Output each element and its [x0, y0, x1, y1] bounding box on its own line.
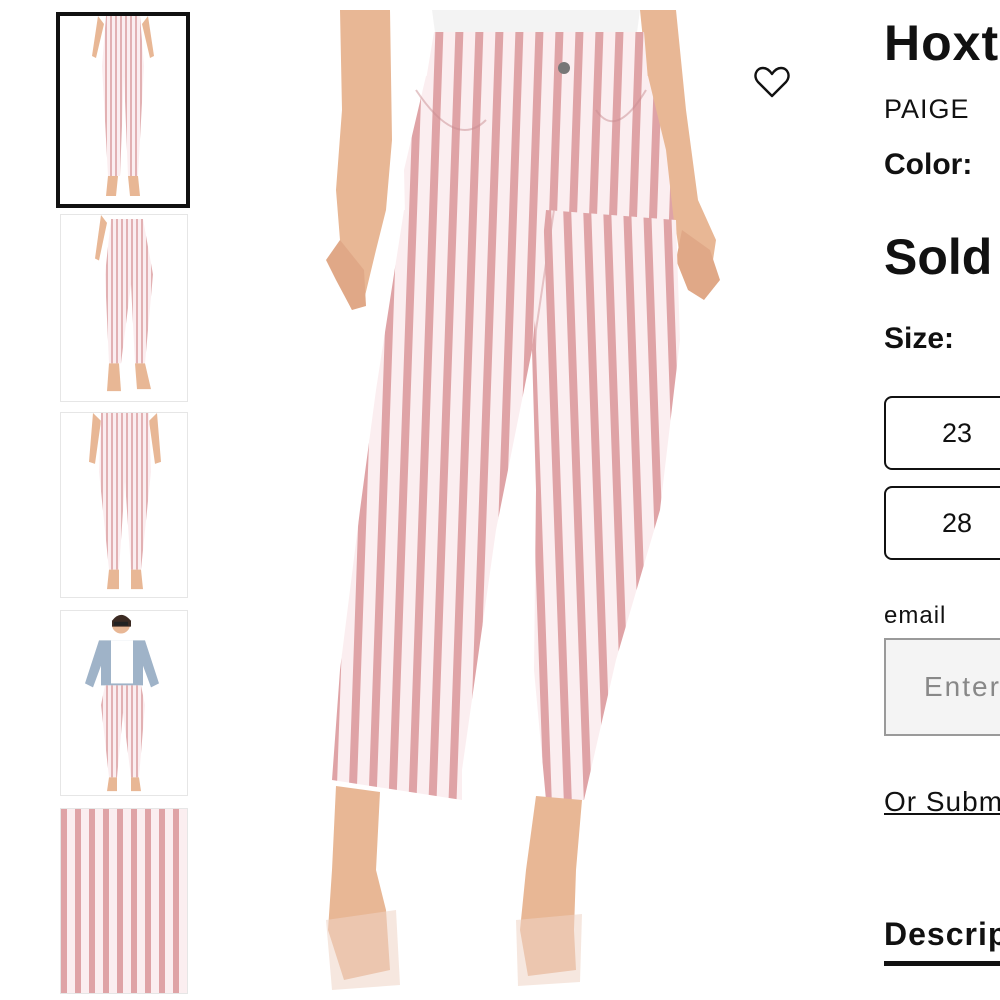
- size-option-label: 23: [942, 418, 973, 448]
- color-label: Color:: [884, 148, 973, 181]
- wishlist-heart-icon[interactable]: [752, 62, 792, 102]
- size-option-23[interactable]: 23: [884, 396, 1000, 470]
- thumbnail-back[interactable]: [60, 412, 188, 598]
- tab-description[interactable]: Descrip: [884, 916, 1000, 966]
- email-input[interactable]: [884, 638, 1000, 736]
- thumbnail-front-selected[interactable]: [56, 12, 190, 208]
- size-option-label: 28: [942, 508, 973, 538]
- submit-link[interactable]: Or Subm: [884, 786, 1000, 818]
- email-label: email: [884, 602, 947, 629]
- main-product-image: [236, 10, 796, 1000]
- thumbnail-side[interactable]: [60, 214, 188, 402]
- price-status: Sold: [884, 229, 993, 285]
- thumbnail-fabric-detail[interactable]: [60, 808, 188, 994]
- product-info-panel: Hoxt PAIGE Color: Sold Size: 23 28 email…: [884, 0, 1000, 1000]
- size-label: Size:: [884, 322, 955, 355]
- size-option-28[interactable]: 28: [884, 486, 1000, 560]
- product-page: Hoxt PAIGE Color: Sold Size: 23 28 email…: [0, 0, 1000, 1000]
- brand-name[interactable]: PAIGE: [884, 94, 970, 125]
- thumbnail-outfit[interactable]: [60, 610, 188, 796]
- product-title: Hoxt: [884, 15, 1000, 71]
